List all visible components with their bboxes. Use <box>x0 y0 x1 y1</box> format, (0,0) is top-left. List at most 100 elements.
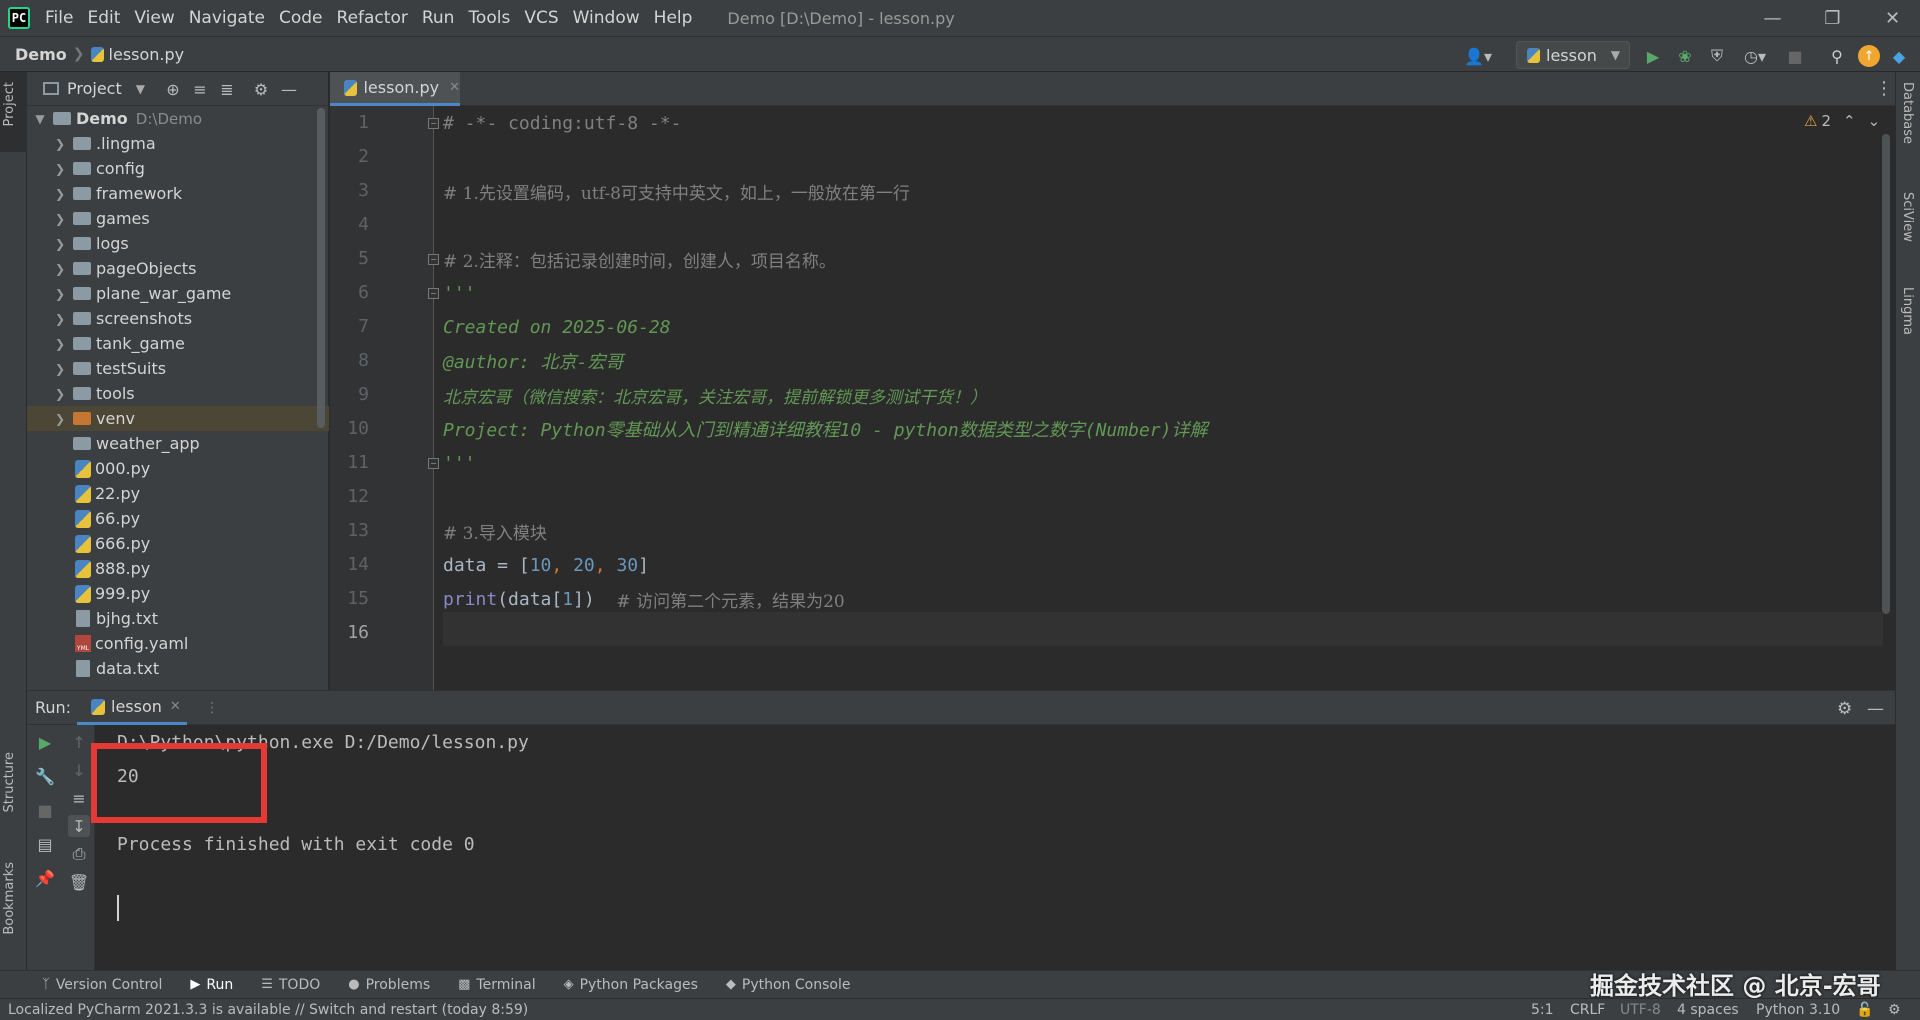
tool-window-python-packages[interactable]: ◈ Python Packages <box>564 977 698 993</box>
plugin-logo-icon[interactable]: ◆ <box>1888 45 1910 67</box>
tree-folder[interactable]: ❯ tools <box>27 381 329 406</box>
fold-marker-icon[interactable]: − <box>428 458 439 469</box>
chevron-right-icon[interactable]: ❯ <box>53 262 67 276</box>
menu-help[interactable]: Help <box>653 8 694 28</box>
tree-file[interactable]: 888.py <box>27 556 329 581</box>
tree-folder[interactable]: ❯ .lingma <box>27 131 329 156</box>
tree-file[interactable]: 999.py <box>27 581 329 606</box>
update-icon[interactable]: ↑ <box>1858 45 1880 67</box>
tool-tab-bookmarks[interactable]: Bookmarks <box>2 862 17 935</box>
status-encoding[interactable]: UTF-8 <box>1620 1002 1661 1018</box>
tool-window-problems[interactable]: ● Problems <box>348 977 430 993</box>
menu-run[interactable]: Run <box>421 8 456 28</box>
more-vertical-icon[interactable]: ⋮ <box>1875 78 1893 99</box>
tree-folder[interactable]: ❯ config <box>27 156 329 181</box>
tree-file[interactable]: 66.py <box>27 506 329 531</box>
print-icon[interactable]: ⎙ <box>68 843 90 865</box>
coverage-icon[interactable]: ⛨ <box>1706 45 1728 67</box>
search-icon[interactable]: ⚲ <box>1826 45 1848 67</box>
tree-file[interactable]: YML config.yaml <box>27 631 329 656</box>
pin-icon[interactable]: 📌 <box>34 867 56 889</box>
gear-icon[interactable]: ⚙ <box>251 80 271 99</box>
menu-view[interactable]: View <box>133 8 175 28</box>
trash-icon[interactable]: 🗑 <box>68 871 90 893</box>
tree-file[interactable]: data.txt <box>27 656 329 681</box>
breadcrumb-project[interactable]: Demo <box>15 45 67 64</box>
tool-window-todo[interactable]: ☰ TODO <box>261 977 320 993</box>
expand-all-icon[interactable]: ≡ <box>190 80 210 99</box>
restore-icon[interactable]: ❐ <box>1805 0 1860 36</box>
chevron-down-icon[interactable]: ▼ <box>33 112 47 126</box>
chevron-down-icon[interactable]: ⌄ <box>1868 112 1881 130</box>
status-indent[interactable]: 4 spaces <box>1677 1002 1739 1018</box>
user-dropdown-icon[interactable]: 👤▾ <box>1460 45 1496 67</box>
close-tab-icon[interactable]: ✕ <box>170 699 181 714</box>
collapse-all-icon[interactable]: ≣ <box>217 80 237 99</box>
stop-icon[interactable]: ■ <box>1784 45 1806 67</box>
hide-panel-icon[interactable]: — <box>279 80 299 99</box>
menu-tools[interactable]: Tools <box>467 8 511 28</box>
close-tab-icon[interactable]: ✕ <box>449 80 460 95</box>
menu-file[interactable]: File <box>44 8 74 28</box>
project-scrollbar[interactable] <box>317 108 325 428</box>
status-caret-position[interactable]: 5:1 <box>1531 1002 1554 1018</box>
chevron-right-icon[interactable]: ❯ <box>53 137 67 151</box>
fold-marker-icon[interactable]: − <box>428 118 439 129</box>
tree-folder[interactable]: ❯ framework <box>27 181 329 206</box>
menu-refactor[interactable]: Refactor <box>336 8 409 28</box>
chevron-right-icon[interactable]: ❯ <box>53 187 67 201</box>
hide-panel-icon[interactable]: — <box>1867 699 1884 719</box>
tree-folder[interactable]: ❯ logs <box>27 231 329 256</box>
chevron-right-icon[interactable]: ❯ <box>53 412 67 426</box>
run-tab-lesson[interactable]: lesson ✕ <box>77 691 187 725</box>
tool-tab-project[interactable]: Project <box>2 82 17 126</box>
rerun-icon[interactable]: ▶ <box>34 731 56 753</box>
console-output[interactable]: D:\Python\python.exe D:/Demo/lesson.py 2… <box>117 725 1877 971</box>
wrench-icon[interactable]: 🔧 <box>34 765 56 787</box>
chevron-right-icon[interactable]: ❯ <box>53 237 67 251</box>
tree-file[interactable]: bjhg.txt <box>27 606 329 631</box>
tool-tab-lingma[interactable]: Lingma <box>1900 287 1915 335</box>
breadcrumb-file[interactable]: lesson.py <box>109 45 185 64</box>
tree-folder[interactable]: ❯ plane_war_game <box>27 281 329 306</box>
tree-file[interactable]: 000.py <box>27 456 329 481</box>
tool-window-terminal[interactable]: ▩ Terminal <box>458 977 535 993</box>
tree-folder[interactable]: ❯ games <box>27 206 329 231</box>
menu-vcs[interactable]: VCS <box>523 8 559 28</box>
soft-wrap-icon[interactable]: ≡ <box>68 787 90 809</box>
status-interpreter[interactable]: Python 3.10 <box>1756 1002 1840 1018</box>
arrow-down-icon[interactable]: ↓ <box>68 759 90 781</box>
tool-window-run[interactable]: ▶ Run <box>190 977 233 993</box>
tree-folder[interactable]: ❯ testSuits <box>27 356 329 381</box>
layout-icon[interactable]: ▤ <box>34 833 56 855</box>
fold-marker-icon[interactable]: − <box>428 288 439 299</box>
tree-folder[interactable]: ❯ screenshots <box>27 306 329 331</box>
stop-icon[interactable]: ■ <box>34 799 56 821</box>
chevron-right-icon[interactable]: ❯ <box>53 362 67 376</box>
minimize-icon[interactable]: — <box>1745 0 1800 36</box>
tree-folder[interactable]: weather_app <box>27 431 329 456</box>
chevron-right-icon[interactable]: ❯ <box>53 312 67 326</box>
lock-icon[interactable]: 🔓 <box>1856 1002 1873 1018</box>
tab-lesson-py[interactable]: lesson.py ✕ <box>330 72 460 106</box>
menu-edit[interactable]: Edit <box>86 8 121 28</box>
arrow-up-icon[interactable]: ↑ <box>68 731 90 753</box>
code-area[interactable]: # -*- coding:utf-8 -*- # 1.先设置编码，utf-8可支… <box>443 106 1883 690</box>
menu-code[interactable]: Code <box>278 8 324 28</box>
close-window-icon[interactable]: ✕ <box>1865 0 1920 36</box>
chevron-right-icon[interactable]: ❯ <box>53 337 67 351</box>
locate-file-icon[interactable]: ⊕ <box>163 80 183 99</box>
inspection-widget[interactable]: ⚠ 2 ⌃ ⌄ <box>1804 112 1880 130</box>
tree-folder[interactable]: ❯ tank_game <box>27 331 329 356</box>
tree-file[interactable]: 666.py <box>27 531 329 556</box>
tool-tab-sciview[interactable]: SciView <box>1900 192 1915 242</box>
chevron-up-icon[interactable]: ⌃ <box>1843 112 1856 130</box>
chevron-right-icon[interactable]: ❯ <box>53 212 67 226</box>
fold-marker-icon[interactable]: − <box>428 254 439 265</box>
tool-window-version-control[interactable]: ᛉ Version Control <box>42 977 162 993</box>
tool-tab-structure[interactable]: Structure <box>2 752 17 812</box>
profile-icon[interactable]: ◷▾ <box>1738 45 1772 67</box>
gear-icon[interactable]: ⚙ <box>1837 699 1852 719</box>
tree-file[interactable]: 22.py <box>27 481 329 506</box>
scroll-to-end-icon[interactable]: ↧ <box>68 815 90 837</box>
